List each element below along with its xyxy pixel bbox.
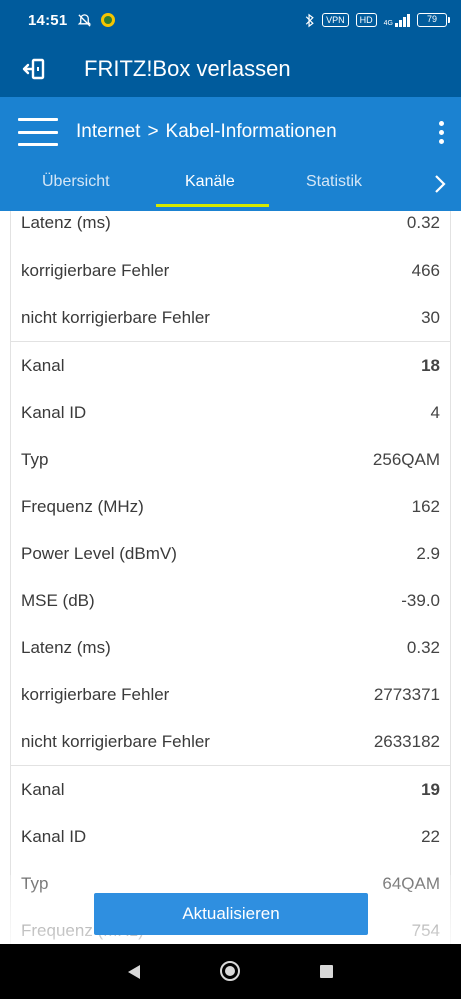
- row-label: nicht korrigierbare Fehler: [21, 731, 210, 751]
- row-label: Frequenz (MHz): [21, 496, 144, 516]
- home-icon[interactable]: [220, 961, 240, 981]
- battery-level: 79: [426, 14, 437, 24]
- row-label: Typ: [21, 873, 49, 893]
- active-tab-indicator: [156, 204, 269, 207]
- signal-icon: 4G: [383, 13, 410, 27]
- list-item: Typ 256QAM: [11, 436, 450, 483]
- exit-icon[interactable]: [14, 49, 54, 89]
- row-value: 2633182: [373, 731, 440, 751]
- row-value: 22: [421, 826, 440, 846]
- refresh-button[interactable]: Aktualisieren: [94, 893, 368, 935]
- system-nav-bar: [0, 944, 461, 999]
- row-label: Kanal ID: [21, 826, 87, 846]
- channel-list[interactable]: Latenz (ms) 0.32 korrigierbare Fehler 46…: [0, 211, 461, 944]
- breadcrumb-current: Kabel-Informationen: [165, 121, 337, 142]
- recent-apps-icon[interactable]: [320, 965, 333, 978]
- back-icon[interactable]: [127, 964, 141, 980]
- list-item: Kanal 19: [11, 766, 450, 813]
- row-label: Power Level (dBmV): [21, 543, 177, 563]
- list-item: Kanal 18: [11, 342, 450, 389]
- more-options-icon[interactable]: [437, 120, 445, 144]
- status-time: 14:51: [28, 11, 68, 29]
- row-value: 4: [430, 402, 440, 422]
- list-item: korrigierbare Fehler 466: [11, 247, 450, 294]
- status-bar: 14:51 VPN HD 4G 79: [0, 0, 461, 40]
- list-item: nicht korrigierbare Fehler 30: [11, 294, 450, 341]
- row-value: 162: [411, 496, 440, 516]
- tab-kanaele[interactable]: Kanäle: [185, 173, 235, 191]
- vpn-badge: VPN: [322, 13, 349, 27]
- row-value: 2773371: [373, 684, 440, 704]
- list-item: Kanal ID 4: [11, 389, 450, 436]
- list-item: Latenz (ms) 0.32: [11, 624, 450, 671]
- row-value: 754: [411, 920, 440, 940]
- row-value: 0.32: [406, 637, 440, 657]
- exit-title[interactable]: FRITZ!Box verlassen: [84, 56, 291, 82]
- network-type: 4G: [383, 19, 393, 27]
- row-label: Kanal ID: [21, 402, 87, 422]
- breadcrumb: Internet > Kabel-Informationen: [76, 121, 337, 143]
- volte-badge: HD: [355, 13, 377, 27]
- row-value: 30: [421, 307, 440, 327]
- tab-uebersicht[interactable]: Übersicht: [42, 173, 110, 191]
- row-label: korrigierbare Fehler: [21, 684, 170, 704]
- row-value: 0.32: [406, 213, 440, 232]
- breadcrumb-separator: >: [147, 121, 159, 142]
- channel-number: 18: [421, 355, 440, 375]
- list-item: Latenz (ms) 0.32: [11, 211, 450, 247]
- row-value: -39.0: [401, 590, 440, 610]
- tab-statistik[interactable]: Statistik: [306, 173, 362, 191]
- row-value: 466: [411, 260, 440, 280]
- list-item: Frequenz (MHz) 162: [11, 483, 450, 530]
- list-item: MSE (dB) -39.0: [11, 577, 450, 624]
- channel-card-partial: Latenz (ms) 0.32 korrigierbare Fehler 46…: [10, 211, 451, 342]
- list-item: Kanal ID 22: [11, 813, 450, 860]
- list-item: nicht korrigierbare Fehler 2633182: [11, 718, 450, 765]
- breadcrumb-parent[interactable]: Internet: [76, 121, 140, 143]
- row-value: 2.9: [416, 543, 440, 563]
- list-item: Power Level (dBmV) 2.9: [11, 530, 450, 577]
- row-label: korrigierbare Fehler: [21, 260, 170, 280]
- menu-icon[interactable]: [18, 114, 58, 150]
- header: Internet > Kabel-Informationen Übersicht…: [0, 97, 461, 211]
- row-label: Kanal: [21, 355, 65, 375]
- chevron-right-icon[interactable]: [430, 169, 450, 199]
- row-label: nicht korrigierbare Fehler: [21, 307, 210, 327]
- channel-number: 19: [421, 779, 440, 799]
- channel-card-18: Kanal 18 Kanal ID 4 Typ 256QAM Frequenz …: [10, 342, 451, 766]
- row-label: Typ: [21, 449, 49, 469]
- row-label: Latenz (ms): [21, 637, 111, 657]
- row-label: MSE (dB): [21, 590, 95, 610]
- row-label: Latenz (ms): [21, 213, 111, 232]
- notifications-off-icon: [78, 13, 92, 27]
- row-value: 256QAM: [372, 449, 440, 469]
- battery-icon: 79: [417, 13, 450, 27]
- bluetooth-icon: [305, 13, 314, 27]
- exit-bar[interactable]: FRITZ!Box verlassen: [0, 40, 461, 97]
- tab-bar: Übersicht Kanäle Statistik: [0, 167, 461, 211]
- app-notification-icon: [101, 13, 116, 27]
- row-label: Kanal: [21, 779, 65, 799]
- list-item: korrigierbare Fehler 2773371: [11, 671, 450, 718]
- row-value: 64QAM: [382, 873, 440, 893]
